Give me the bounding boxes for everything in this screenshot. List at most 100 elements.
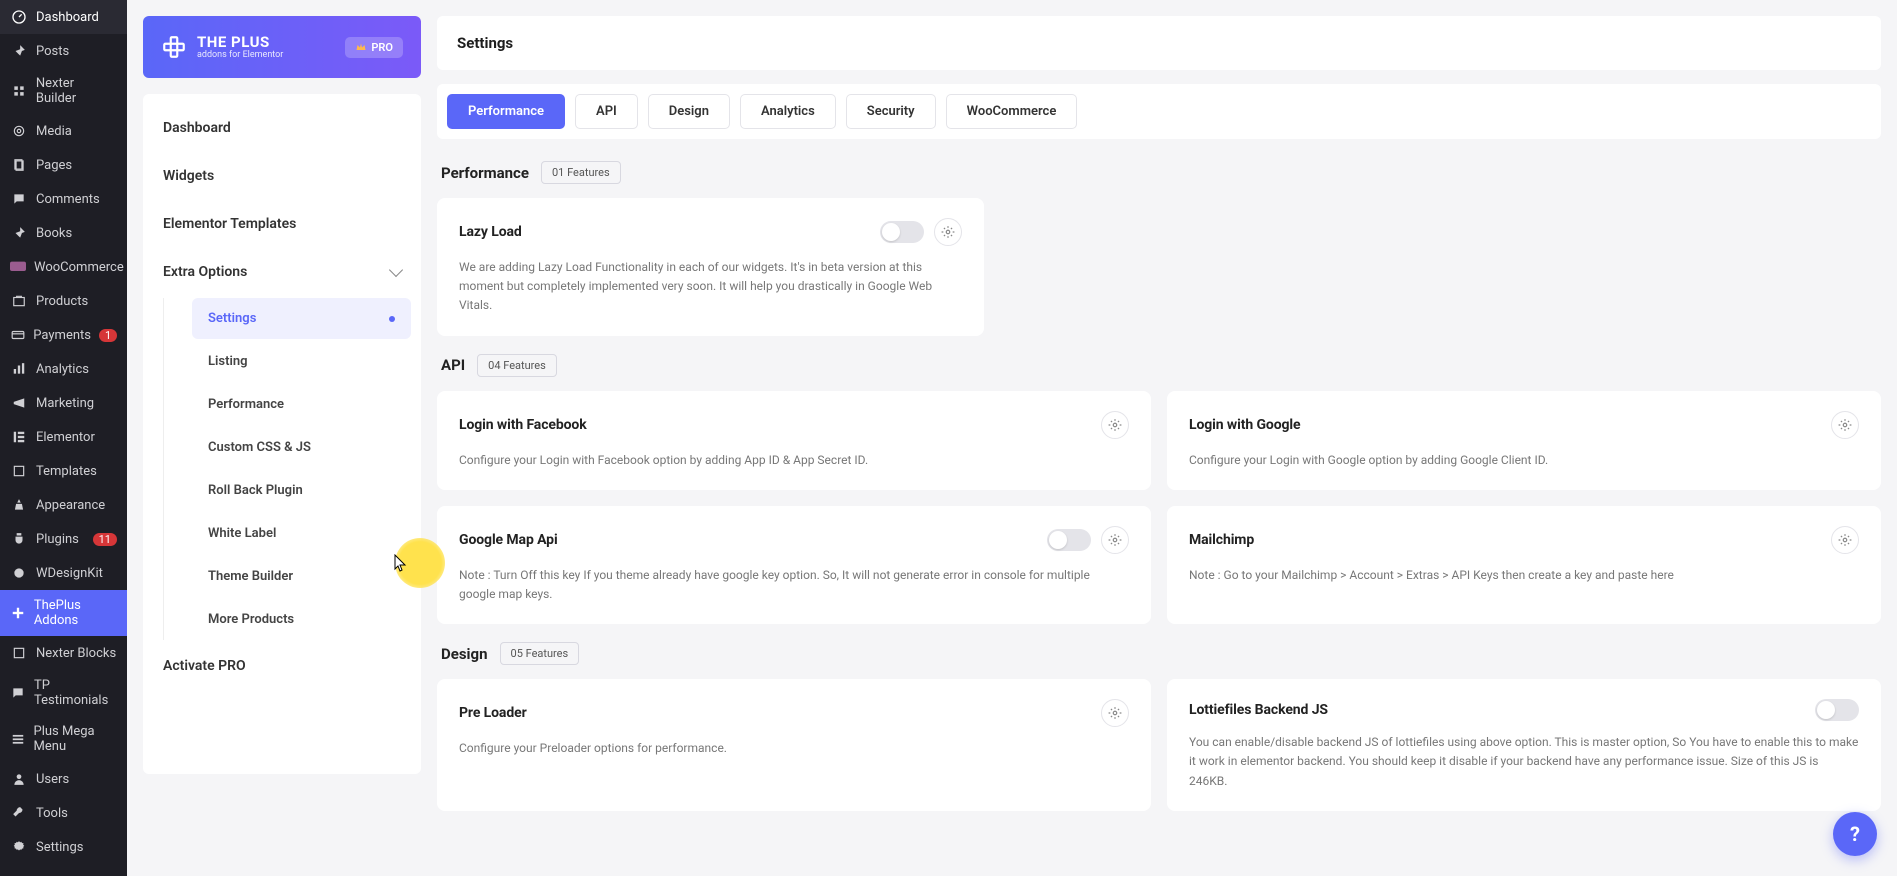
mega-menu-icon (10, 730, 26, 748)
tab-performance[interactable]: Performance (447, 94, 565, 129)
wp-menu-plugins[interactable]: Plugins11 (0, 522, 127, 556)
wp-menu-dashboard[interactable]: Dashboard (0, 0, 127, 34)
block-icon (10, 644, 28, 662)
wp-menu-comments[interactable]: Comments (0, 182, 127, 216)
wp-menu-wdesignkit[interactable]: WDesignKit (0, 556, 127, 590)
wp-menu-plus-mega-menu[interactable]: Plus Mega Menu (0, 716, 127, 762)
wp-menu-marketing[interactable]: Marketing (0, 386, 127, 420)
nav-activate-pro[interactable]: Activate PRO (143, 642, 421, 690)
subnav-listing[interactable]: Listing (192, 341, 411, 382)
card-login-facebook: Login with Facebook Configure your Login… (437, 391, 1151, 490)
subnav-settings[interactable]: Settings (192, 298, 411, 339)
wp-menu-analytics[interactable]: Analytics (0, 352, 127, 386)
plugin-nav: Dashboard Widgets Elementor Templates Ex… (143, 94, 421, 774)
card-lottiefiles: Lottiefiles Backend JS You can enable/di… (1167, 679, 1881, 811)
section-title: API (441, 356, 465, 374)
marketing-icon (10, 394, 28, 412)
pin-icon (10, 42, 28, 60)
feature-count: 05 Features (500, 642, 580, 665)
nav-elementor-templates[interactable]: Elementor Templates (143, 200, 421, 248)
settings-icon (10, 838, 28, 856)
tab-security[interactable]: Security (846, 94, 936, 129)
toggle-lazy-load[interactable] (880, 221, 924, 243)
wp-menu-templates[interactable]: Templates (0, 454, 127, 488)
card-desc: Configure your Login with Facebook optio… (459, 451, 1129, 470)
crown-icon (355, 41, 367, 53)
media-icon (10, 122, 28, 140)
card-desc: We are adding Lazy Load Functionality in… (459, 258, 962, 316)
section-title: Design (441, 645, 488, 663)
gear-button[interactable] (1101, 411, 1129, 439)
plugin-icon (10, 530, 28, 548)
template-icon (10, 462, 28, 480)
tool-icon (10, 804, 28, 822)
wp-menu-theplus-addons[interactable]: ThePlus Addons (0, 590, 127, 636)
subnav-theme-builder[interactable]: Theme Builder (192, 556, 411, 597)
wp-menu-settings[interactable]: Settings (0, 830, 127, 864)
plugin-sidebar: THE PLUS addons for Elementor PRO Dashbo… (143, 16, 421, 860)
tab-api[interactable]: API (575, 94, 638, 129)
wp-menu-tp-testimonials[interactable]: TP Testimonials (0, 670, 127, 716)
theplus-icon (10, 604, 26, 622)
card-desc: You can enable/disable backend JS of lot… (1189, 733, 1859, 791)
active-dot-icon (389, 316, 395, 322)
feature-count: 01 Features (541, 161, 621, 184)
brand-title: THE PLUS (197, 34, 283, 51)
subnav-custom-css-js[interactable]: Custom CSS & JS (192, 427, 411, 468)
toggle-lottie[interactable] (1815, 699, 1859, 721)
gear-button[interactable] (1831, 411, 1859, 439)
section-performance: Performance 01 Features (441, 161, 1881, 184)
wp-menu-users[interactable]: Users (0, 762, 127, 796)
wp-menu-nexter-blocks[interactable]: Nexter Blocks (0, 636, 127, 670)
subnav-more-products[interactable]: More Products (192, 599, 411, 640)
wp-menu-posts[interactable]: Posts (0, 34, 127, 68)
card-lazy-load: Lazy Load We are adding Lazy Load Functi… (437, 198, 984, 336)
nav-extra-options[interactable]: Extra Options (143, 248, 421, 296)
wp-menu-woocommerce[interactable]: WooCommerce (0, 250, 127, 284)
gear-button[interactable] (1101, 526, 1129, 554)
wp-menu-nexter-builder[interactable]: Nexter Builder (0, 68, 127, 114)
wp-menu-elementor[interactable]: Elementor (0, 420, 127, 454)
wp-menu-books[interactable]: Books (0, 216, 127, 250)
pro-badge[interactable]: PRO (345, 37, 403, 58)
tab-woocommerce[interactable]: WooCommerce (946, 94, 1078, 129)
tab-analytics[interactable]: Analytics (740, 94, 836, 129)
tab-design[interactable]: Design (648, 94, 730, 129)
wp-menu-appearance[interactable]: Appearance (0, 488, 127, 522)
feature-count: 04 Features (477, 354, 557, 377)
wp-menu-payments[interactable]: Payments1 (0, 318, 127, 352)
gear-button[interactable] (934, 218, 962, 246)
card-desc: Configure your Preloader options for per… (459, 739, 1129, 758)
card-login-google: Login with Google Configure your Login w… (1167, 391, 1881, 490)
subnav-roll-back-plugin[interactable]: Roll Back Plugin (192, 470, 411, 511)
card-title: Login with Facebook (459, 417, 587, 433)
payment-icon (10, 326, 25, 344)
subnav-white-label[interactable]: White Label (192, 513, 411, 554)
wp-menu-pages[interactable]: Pages (0, 148, 127, 182)
user-icon (10, 770, 28, 788)
pin-icon (10, 224, 28, 242)
card-title: Lottiefiles Backend JS (1189, 702, 1328, 718)
page-icon (10, 156, 28, 174)
gear-button[interactable] (1831, 526, 1859, 554)
wp-menu-products[interactable]: Products (0, 284, 127, 318)
nav-widgets[interactable]: Widgets (143, 152, 421, 200)
elementor-icon (10, 428, 28, 446)
card-desc: Note : Go to your Mailchimp > Account > … (1189, 566, 1859, 585)
subnav-performance[interactable]: Performance (192, 384, 411, 425)
card-title: Login with Google (1189, 417, 1300, 433)
help-fab[interactable]: ? (1833, 812, 1877, 856)
chevron-down-icon (389, 263, 403, 277)
testimonial-icon (10, 684, 26, 702)
comment-icon (10, 190, 28, 208)
wp-menu-tools[interactable]: Tools (0, 796, 127, 830)
card-title: Pre Loader (459, 705, 527, 721)
gear-button[interactable] (1101, 699, 1129, 727)
brand-subtitle: addons for Elementor (197, 51, 283, 61)
nav-dashboard[interactable]: Dashboard (143, 104, 421, 152)
toggle-google-map[interactable] (1047, 529, 1091, 551)
wp-menu-media[interactable]: Media (0, 114, 127, 148)
wdk-icon (10, 564, 28, 582)
settings-tabs: Performance API Design Analytics Securit… (437, 84, 1881, 139)
bar-icon (10, 360, 28, 378)
